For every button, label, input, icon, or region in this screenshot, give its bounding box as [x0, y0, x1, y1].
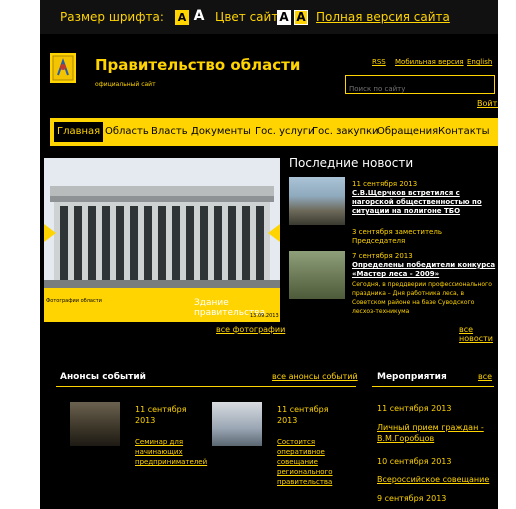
login-link[interactable]: Войти: [477, 99, 498, 108]
nav-item-contacts[interactable]: Контакты: [438, 118, 489, 146]
announce-thumb-2[interactable]: [212, 402, 262, 446]
slider-left-caption: Фотографии области: [46, 298, 102, 304]
english-link[interactable]: English: [467, 58, 492, 66]
government-building-photo[interactable]: [44, 158, 280, 288]
color-yellow-button[interactable]: A: [294, 10, 308, 25]
coat-of-arms-logo[interactable]: [50, 53, 76, 83]
mobile-version-link[interactable]: Мобильная версия: [395, 58, 464, 66]
announce-1-date: 11 сентября 2013: [135, 405, 187, 425]
news-1-date: 11 сентября 2013: [352, 180, 418, 188]
nav-item-documents[interactable]: Документы: [191, 118, 251, 146]
rss-link[interactable]: RSS: [372, 58, 386, 66]
all-news-link[interactable]: все новости: [459, 325, 498, 343]
all-events-link[interactable]: все: [478, 372, 492, 381]
slider-next-arrow[interactable]: [268, 224, 280, 242]
all-photos-link[interactable]: все фотографии: [216, 325, 285, 334]
font-large-button[interactable]: A: [192, 9, 206, 24]
news-3-text: Сегодня, в преддверии профессионального …: [352, 281, 492, 315]
font-size-label: Размер шрифта:: [60, 10, 164, 24]
event-1-date: 11 сентября 2013: [377, 404, 452, 413]
news-section-title: Последние новости: [289, 156, 414, 170]
site-title[interactable]: Правительство области: [95, 56, 300, 74]
event-1-text[interactable]: Личный прием граждан - В.М.Горобцов: [377, 422, 495, 444]
event-2-date: 10 сентября 2013: [377, 457, 452, 466]
announce-thumb-1[interactable]: [70, 402, 120, 446]
news-1-headline[interactable]: С.В.Щерчков встретился с нагорской общес…: [352, 189, 497, 216]
news-3-date: 7 сентября 2013: [352, 252, 413, 260]
search-input[interactable]: [346, 81, 492, 97]
event-3-date: 9 сентября 2013: [377, 494, 447, 503]
slider-date: 13.09.2013: [250, 313, 279, 319]
accessibility-bar: Размер шрифта: A A Цвет сайта: A A Полна…: [40, 0, 498, 34]
events-section-title: Мероприятия: [377, 372, 447, 382]
news-thumb-1[interactable]: [289, 177, 345, 225]
main-nav: Главная Область Власть Документы Гос. ус…: [50, 118, 498, 146]
announce-section-title: Анонсы событий: [60, 372, 146, 382]
news-2-headline[interactable]: 3 сентября заместитель Председателя: [352, 228, 497, 246]
site-subtitle: официальный сайт: [95, 81, 156, 88]
nav-item-home[interactable]: Главная: [54, 122, 104, 142]
nav-item-appeals[interactable]: Обращения: [377, 118, 438, 146]
announce-divider: [56, 386, 356, 387]
full-version-link[interactable]: Полная версия сайта: [316, 10, 450, 24]
all-announcements-link[interactable]: все анонсы событий: [272, 372, 358, 381]
nav-item-gov-services[interactable]: Гос. услуги: [255, 118, 315, 146]
announce-2-text[interactable]: Состоится оперативное совещание регионал…: [277, 437, 352, 487]
news-thumb-3[interactable]: [289, 251, 345, 299]
news-3-headline[interactable]: Определены победители конкурса «Мастер л…: [352, 261, 497, 279]
announce-2-date: 11 сентября 2013: [277, 405, 329, 425]
nav-item-gov-purchases[interactable]: Гос. закупки: [312, 118, 379, 146]
event-2-text[interactable]: Всероссийское совещание: [377, 475, 495, 484]
nav-item-region[interactable]: Область: [105, 118, 149, 146]
search-box[interactable]: [345, 75, 495, 97]
color-white-button[interactable]: A: [277, 10, 291, 25]
photo-slider: Фотографии области Здание правительства …: [44, 158, 280, 322]
events-divider: [372, 386, 494, 387]
font-small-button[interactable]: A: [175, 10, 189, 25]
slider-prev-arrow[interactable]: [44, 224, 56, 242]
announce-1-text[interactable]: Семинар для начинающих предпринимателей: [135, 437, 210, 467]
nav-item-authority[interactable]: Власть: [151, 118, 188, 146]
page: Размер шрифта: A A Цвет сайта: A A Полна…: [40, 0, 498, 509]
